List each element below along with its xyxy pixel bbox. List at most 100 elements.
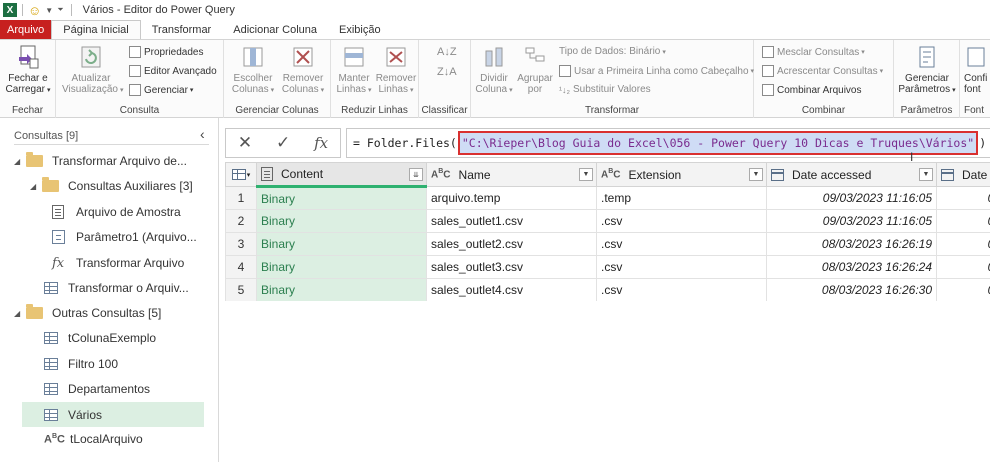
cell-name[interactable]: sales_outlet3.csv: [426, 255, 597, 279]
editor-avancado-button[interactable]: Editor Avançado: [129, 65, 217, 77]
quick-access-customize-icon[interactable]: ⏷: [57, 5, 63, 15]
table-row[interactable]: 5 Binary sales_outlet4.csv .csv 08/03/20…: [225, 278, 990, 301]
table-corner-menu[interactable]: ▾: [225, 162, 257, 187]
cell-extension[interactable]: .csv: [596, 255, 767, 279]
tipo-dados-dropdown[interactable]: Tipo de Dados: Binário ▾: [559, 46, 666, 57]
cell-date-modified[interactable]: 0: [936, 232, 990, 256]
row-number[interactable]: 4: [225, 255, 257, 279]
tab-exibicao[interactable]: Exibição: [328, 20, 392, 39]
cancel-icon[interactable]: ✕: [238, 133, 252, 153]
cell-content[interactable]: Binary: [256, 232, 427, 256]
check-icon[interactable]: ✓: [276, 133, 290, 153]
column-header-extension[interactable]: ABC Extension ▼: [596, 162, 767, 187]
column-label: Name: [458, 167, 491, 182]
row-number[interactable]: 2: [225, 209, 257, 233]
query-transformar-o-arquivo[interactable]: Transformar o Arquiv...: [44, 277, 189, 299]
tab-adicionar-coluna[interactable]: Adicionar Coluna: [222, 20, 328, 39]
cell-date-modified[interactable]: 0: [936, 186, 990, 210]
cell-extension[interactable]: .csv: [596, 278, 767, 301]
table-row[interactable]: 3 Binary sales_outlet2.csv .csv 08/03/20…: [225, 232, 990, 256]
query-label: Departamentos: [68, 382, 151, 396]
column-header-date-modified[interactable]: Date m: [936, 162, 990, 187]
cell-extension[interactable]: .csv: [596, 209, 767, 233]
cell-name[interactable]: sales_outlet2.csv: [426, 232, 597, 256]
gerenciar-button[interactable]: Gerenciar ▾: [129, 84, 193, 96]
query-filtro-100[interactable]: Filtro 100: [44, 353, 118, 375]
cell-content[interactable]: Binary: [256, 186, 427, 210]
row-number[interactable]: 5: [225, 278, 257, 301]
append-icon: [762, 65, 774, 77]
cell-extension[interactable]: .csv: [596, 232, 767, 256]
query-tcolunaexemplo[interactable]: tColunaExemplo: [44, 327, 156, 349]
row-number[interactable]: 1: [225, 186, 257, 210]
dividir-coluna-button[interactable]: Dividir Coluna ▾: [473, 45, 515, 96]
atualizar-visualizacao-button[interactable]: Atualizar Visualização ▾: [62, 45, 123, 96]
cell-date-modified[interactable]: 0: [936, 209, 990, 233]
filter-dropdown-icon[interactable]: ▼: [749, 168, 763, 181]
cell-content[interactable]: Binary: [256, 209, 427, 233]
expand-triangle-icon[interactable]: ◢: [14, 309, 26, 318]
remover-colunas-button[interactable]: Remover Colunas ▾: [278, 45, 328, 96]
table-row[interactable]: 2 Binary sales_outlet1.csv .csv 09/03/20…: [225, 209, 990, 233]
column-header-content[interactable]: Content ⇊: [256, 162, 427, 188]
tab-arquivo[interactable]: Arquivo: [0, 20, 52, 39]
mesclar-consultas-button[interactable]: Mesclar Consultas ▾: [762, 46, 865, 58]
column-header-name[interactable]: ABC Name ▼: [426, 162, 597, 187]
function-icon[interactable]: fx: [314, 134, 328, 152]
cell-date-accessed[interactable]: 08/03/2023 16:26:24: [766, 255, 937, 279]
query-group-transformar-arquivo[interactable]: ◢ Transformar Arquivo de...: [14, 150, 187, 172]
escolher-colunas-button[interactable]: Escolher Colunas ▾: [228, 45, 278, 96]
configuracoes-fonte-label: Confi font: [964, 73, 988, 95]
query-departamentos[interactable]: Departamentos: [44, 378, 150, 400]
cell-content[interactable]: Binary: [256, 278, 427, 301]
filter-dropdown-icon[interactable]: ▼: [919, 168, 933, 181]
formula-input[interactable]: = Folder.Files("C:\Rieper\Blog Guia do E…: [346, 128, 990, 158]
agrupar-por-button[interactable]: Agrupar por: [515, 45, 555, 95]
propriedades-button[interactable]: Propriedades: [129, 46, 203, 58]
gerenciar-parametros-button[interactable]: Gerenciar Parâmetros ▾: [898, 45, 956, 96]
combinar-arquivos-button[interactable]: Combinar Arquivos: [762, 84, 861, 96]
tab-pagina-inicial[interactable]: Página Inicial: [51, 20, 141, 39]
remover-linhas-button[interactable]: Remover Linhas ▾: [375, 45, 417, 96]
filter-dropdown-icon[interactable]: ▼: [579, 168, 593, 181]
text-type-icon: ABC: [44, 432, 65, 446]
primeira-linha-button[interactable]: Usar a Primeira Linha como Cabeçalho ▾: [559, 65, 754, 77]
table-row[interactable]: 1 Binary arquivo.temp .temp 09/03/2023 1…: [225, 186, 990, 210]
cell-name[interactable]: sales_outlet4.csv: [426, 278, 597, 301]
cell-date-accessed[interactable]: 08/03/2023 16:26:19: [766, 232, 937, 256]
substituir-valores-button[interactable]: ¹↓₂ Substituir Valores: [559, 84, 651, 95]
collapse-pane-icon[interactable]: ‹: [200, 126, 205, 142]
expand-triangle-icon[interactable]: ◢: [30, 182, 42, 191]
query-group-consultas-auxiliares[interactable]: ◢ Consultas Auxiliares [3]: [30, 175, 193, 197]
cell-content[interactable]: Binary: [256, 255, 427, 279]
manter-linhas-button[interactable]: Manter Linhas ▾: [333, 45, 375, 96]
cell-name[interactable]: arquivo.temp: [426, 186, 597, 210]
agrupar-por-label: Agrupar por: [517, 73, 553, 95]
dropdown-arrow-icon[interactable]: ▼: [45, 6, 53, 15]
cell-date-modified[interactable]: 0: [936, 255, 990, 279]
sort-descending-icon[interactable]: Z↓A: [437, 66, 457, 78]
column-header-date-accessed[interactable]: Date accessed ▼: [766, 162, 937, 187]
fechar-carregar-button[interactable]: Fechar e Carregar ▾: [4, 45, 52, 96]
configuracoes-fonte-button[interactable]: Confi font: [964, 45, 990, 95]
cell-date-accessed[interactable]: 09/03/2023 11:16:05: [766, 209, 937, 233]
query-arquivo-amostra[interactable]: Arquivo de Amostra: [52, 201, 181, 223]
acrescentar-consultas-button[interactable]: Acrescentar Consultas ▾: [762, 65, 883, 77]
query-parametro1[interactable]: Parâmetro1 (Arquivo...: [52, 226, 197, 248]
cell-name[interactable]: sales_outlet1.csv: [426, 209, 597, 233]
query-tlocalarquivo[interactable]: ABC tLocalArquivo: [44, 428, 143, 450]
cell-extension[interactable]: .temp: [596, 186, 767, 210]
cell-date-accessed[interactable]: 08/03/2023 16:26:30: [766, 278, 937, 301]
query-varios[interactable]: Vários: [22, 402, 204, 427]
expand-triangle-icon[interactable]: ◢: [14, 157, 26, 166]
tab-transformar[interactable]: Transformar: [141, 20, 223, 39]
sort-ascending-icon[interactable]: A↓Z: [437, 46, 457, 58]
expand-binary-icon[interactable]: ⇊: [409, 168, 423, 181]
row-number[interactable]: 3: [225, 232, 257, 256]
query-transformar-arquivo[interactable]: fx Transformar Arquivo: [52, 252, 184, 274]
smiley-feedback-icon[interactable]: ☺: [28, 3, 41, 18]
query-group-outras-consultas[interactable]: ◢ Outras Consultas [5]: [14, 302, 161, 324]
cell-date-modified[interactable]: 0: [936, 278, 990, 301]
cell-date-accessed[interactable]: 09/03/2023 11:16:05: [766, 186, 937, 210]
table-row[interactable]: 4 Binary sales_outlet3.csv .csv 08/03/20…: [225, 255, 990, 279]
